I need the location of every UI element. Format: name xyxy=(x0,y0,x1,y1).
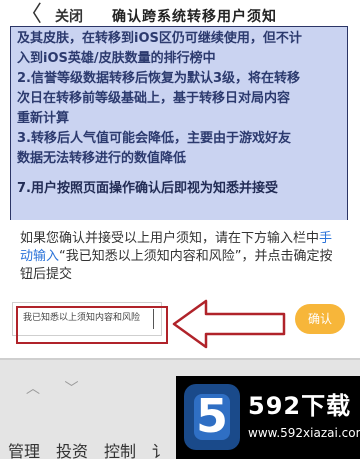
keyboard-divider xyxy=(0,358,360,360)
notice-text: 及其皮肤，在转移到iOS区仍可继续使用，但不计 入到iOS英雄/皮肤数量的排行榜… xyxy=(17,29,343,199)
notice-line: 3.转移后人气值可能会降低，主要由于游戏好友 xyxy=(17,131,291,146)
notice-section-heading: 7.用户按照页面操作确认后即视为知悉并接受 xyxy=(17,181,278,196)
notice-background: 及其皮肤，在转移到iOS区仍可继续使用，但不计 入到iOS英雄/皮肤数量的排行榜… xyxy=(11,27,347,225)
notice-line: 数据无法转移进行的数值降低 xyxy=(17,151,187,166)
keyboard-nav-arrows-icon[interactable]: ︿ ﹀ xyxy=(26,378,88,398)
notice-panel: 及其皮肤，在转移到iOS区仍可继续使用，但不计 入到iOS英雄/皮肤数量的排行榜… xyxy=(10,26,348,226)
candidate-word[interactable]: 讠 xyxy=(152,442,168,459)
page-title: 确认跨系统转移用户须知 xyxy=(112,9,277,25)
notice-line: 次日在转移前等级基础上，基于转移日对局内容 xyxy=(17,91,291,106)
notice-line: 重新计算 xyxy=(17,111,70,126)
confirm-button[interactable]: 确认 xyxy=(295,304,345,334)
candidate-word[interactable]: 管理 xyxy=(8,442,40,459)
watermark-brand: 592下载 xyxy=(248,392,352,420)
dialog-prompt: 如果您确认并接受以上用户须知，请在下方输入栏中手动输入“我已知悉以上须知内容和风… xyxy=(20,230,345,284)
confirm-dialog: 如果您确认并接受以上用户须知，请在下方输入栏中手动输入“我已知悉以上须知内容和风… xyxy=(0,220,360,360)
back-icon[interactable]: 〈 xyxy=(20,3,42,27)
keyboard-candidate-row: 管理 投资 控制讠 xyxy=(8,438,184,459)
prompt-text-before: 如果您确认并接受以上用户须知，请在下方输入栏中 xyxy=(20,231,320,246)
watermark-badge-icon: 5 xyxy=(184,384,240,450)
watermark-logo: 5 592下载 www.592xiazai.com xyxy=(176,376,360,459)
candidate-word[interactable]: 投资 xyxy=(56,442,88,459)
prompt-text-after: “我已知悉以上须知内容和风险”，并点击确定按钮后提交 xyxy=(20,249,333,282)
annotation-highlight-box xyxy=(16,306,168,344)
notice-line: 入到iOS英雄/皮肤数量的排行榜中 xyxy=(17,51,216,66)
candidate-word[interactable]: 控制 xyxy=(104,442,136,459)
watermark-badge-number: 5 xyxy=(195,389,228,443)
close-button[interactable]: 关闭 xyxy=(55,6,83,26)
notice-line: 及其皮肤，在转移到iOS区仍可继续使用，但不计 xyxy=(17,31,302,46)
annotation-arrow-icon xyxy=(172,299,286,349)
watermark-url: www.592xiazai.com xyxy=(248,426,360,440)
notice-line: 2.信誉等级数据转移后恢复为默认3级，将在转移 xyxy=(17,71,301,86)
